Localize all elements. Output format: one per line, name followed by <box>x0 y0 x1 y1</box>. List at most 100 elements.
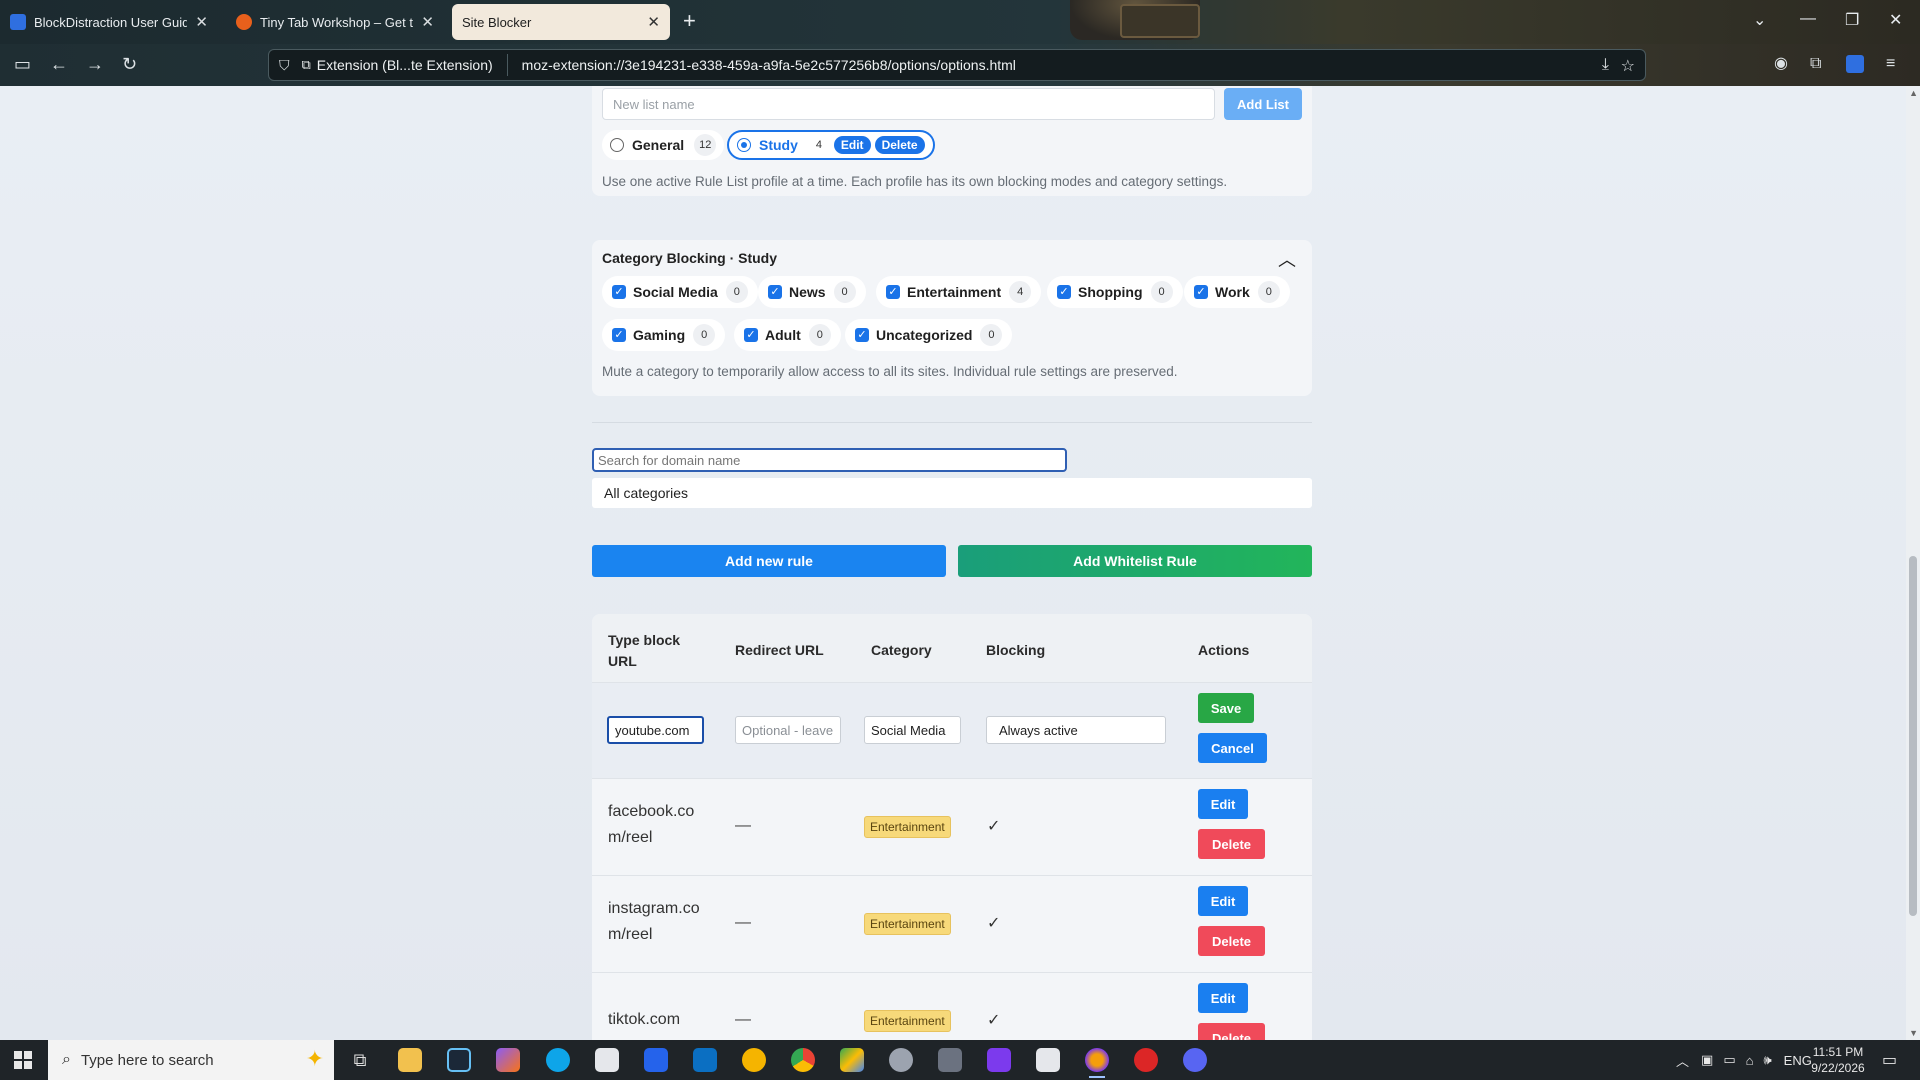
edit-rule-button[interactable]: Edit <box>1198 886 1248 916</box>
add-whitelist-rule-button[interactable]: Add Whitelist Rule <box>958 545 1312 577</box>
copilot-icon[interactable] <box>496 1048 520 1072</box>
edge-icon[interactable] <box>546 1048 570 1072</box>
redirect-url-input[interactable]: Optional - leave <box>735 716 841 744</box>
battery-icon[interactable]: ▭ <box>1723 1052 1735 1068</box>
tab-tiny-tab-workshop[interactable]: Tiny Tab Workshop – Get this Th ✕ <box>226 4 444 40</box>
volume-icon[interactable]: 🕪 <box>1763 1052 1771 1068</box>
profile-radio[interactable] <box>737 138 751 152</box>
checkbox-checked-icon[interactable]: ✓ <box>886 285 900 299</box>
delete-rule-button[interactable]: Delete <box>1198 829 1265 859</box>
scroll-down-arrow-icon[interactable]: ▼ <box>1909 1028 1918 1038</box>
calculator-icon[interactable] <box>938 1048 962 1072</box>
scrollbar-thumb[interactable] <box>1909 556 1917 916</box>
delete-profile-button[interactable]: Delete <box>874 136 925 154</box>
account-icon[interactable]: ◉ <box>1774 54 1788 74</box>
add-list-button[interactable]: Add List <box>1224 88 1302 120</box>
new-list-name-input[interactable]: New list name <box>602 88 1215 120</box>
add-new-rule-button[interactable]: Add new rule <box>592 545 946 577</box>
teams-icon[interactable] <box>987 1048 1011 1072</box>
reload-icon[interactable]: ↻ <box>122 54 137 74</box>
forward-icon[interactable]: → <box>86 54 104 74</box>
steam-icon[interactable] <box>447 1048 471 1072</box>
list-all-tabs-icon[interactable]: ⌄ <box>1753 10 1766 30</box>
category-chip-gaming[interactable]: ✓ Gaming 0 <box>602 319 726 351</box>
checkbox-checked-icon[interactable]: ✓ <box>744 328 758 342</box>
delete-rule-button[interactable]: Delete <box>1198 926 1265 956</box>
notifications-icon[interactable]: ▭ <box>1882 1040 1897 1080</box>
category-chip-social-media[interactable]: ✓ Social Media 0 <box>602 276 758 308</box>
save-button[interactable]: Save <box>1198 693 1254 723</box>
close-tab-icon[interactable]: ✕ <box>421 13 434 31</box>
minimize-icon[interactable]: — <box>1800 10 1816 28</box>
vscode-icon[interactable] <box>693 1048 717 1072</box>
collapse-chevron-icon[interactable]: ︿ <box>1278 246 1296 272</box>
domain-search-input[interactable]: Search for domain name <box>592 448 1067 472</box>
category-chip-adult[interactable]: ✓ Adult 0 <box>734 319 841 351</box>
cancel-button[interactable]: Cancel <box>1198 733 1267 763</box>
profile-radio[interactable] <box>610 138 624 152</box>
restore-icon[interactable]: ❐ <box>1845 10 1859 30</box>
extension-identity-chip[interactable]: ⧉ Extension (Bl...te Extension) <box>302 54 508 76</box>
bookmark-star-icon[interactable]: ☆ <box>1621 56 1635 76</box>
app-gear-icon[interactable] <box>889 1048 913 1072</box>
file-explorer-icon[interactable] <box>398 1048 422 1072</box>
category-filter-select[interactable]: All categories <box>592 478 1312 508</box>
shield-icon[interactable]: ⛉ <box>279 57 290 74</box>
chrome-icon[interactable] <box>791 1048 815 1072</box>
opera-icon[interactable] <box>1134 1048 1158 1072</box>
close-window-icon[interactable]: ✕ <box>1889 10 1902 30</box>
checkbox-checked-icon[interactable]: ✓ <box>612 328 626 342</box>
address-bar[interactable]: ⛉ ⧉ Extension (Bl...te Extension) moz-ex… <box>268 49 1646 81</box>
checkbox-checked-icon[interactable]: ✓ <box>768 285 782 299</box>
delete-rule-button[interactable]: Delete <box>1198 1023 1265 1040</box>
profile-general[interactable]: General 12 <box>602 130 725 160</box>
notepad-icon[interactable] <box>1036 1048 1060 1072</box>
edit-rule-button[interactable]: Edit <box>1198 983 1248 1013</box>
back-icon[interactable]: ← <box>50 54 68 74</box>
show-hidden-icons-icon[interactable]: ︿ <box>1676 1051 1689 1070</box>
page-scrollbar[interactable]: ▲ ▼ <box>1906 86 1920 1040</box>
category-chip-news[interactable]: ✓ News 0 <box>758 276 866 308</box>
url-text[interactable]: moz-extension://3e194231-e338-459a-a9fa-… <box>522 57 1016 73</box>
checkbox-checked-icon[interactable]: ✓ <box>855 328 869 342</box>
checkbox-checked-icon[interactable]: ✓ <box>612 285 626 299</box>
category-select[interactable]: Social Media <box>864 716 961 744</box>
category-chip-work[interactable]: ✓ Work 0 <box>1184 276 1290 308</box>
network-icon[interactable]: ⌂ <box>1746 1053 1754 1068</box>
store-icon[interactable] <box>595 1048 619 1072</box>
download-page-icon[interactable]: ⤓ <box>1602 56 1609 74</box>
close-tab-icon[interactable]: ✕ <box>195 13 208 31</box>
discord-icon[interactable] <box>1183 1048 1207 1072</box>
tab-blockdistraction-guide[interactable]: BlockDistraction User Guide: Ru ✕ <box>0 4 218 40</box>
taskbar-search-box[interactable]: ⌕ Type here to search ✦ <box>48 1040 334 1080</box>
puzzle-icon: ⧉ <box>301 57 311 72</box>
edit-profile-button[interactable]: Edit <box>833 136 871 154</box>
category-chip-shopping[interactable]: ✓ Shopping 0 <box>1047 276 1183 308</box>
edit-rule-button[interactable]: Edit <box>1198 789 1248 819</box>
google-drive-icon[interactable] <box>840 1048 864 1072</box>
profile-study[interactable]: Study 4 Edit Delete <box>727 130 935 160</box>
new-tab-button[interactable]: + <box>683 10 696 32</box>
extensions-icon[interactable]: ⧉ <box>1810 54 1821 74</box>
blockdistraction-favicon-icon <box>10 14 26 30</box>
checkbox-checked-icon[interactable]: ✓ <box>1057 285 1071 299</box>
firefox-icon[interactable] <box>1085 1048 1109 1078</box>
category-chip-entertainment[interactable]: ✓ Entertainment 4 <box>876 276 1042 308</box>
blocking-mode-select[interactable]: Always active <box>986 716 1166 744</box>
sidebar-toggle-icon[interactable]: ▭ <box>14 54 31 74</box>
task-view-icon[interactable]: ⧉ <box>348 1048 372 1072</box>
outlook-icon[interactable] <box>644 1048 668 1072</box>
tab-site-blocker[interactable]: Site Blocker ✕ <box>452 4 670 40</box>
windows-start-icon[interactable] <box>14 1051 32 1069</box>
close-tab-icon[interactable]: ✕ <box>647 13 660 31</box>
blockdistraction-extension-icon[interactable] <box>1846 55 1864 73</box>
taskbar-clock[interactable]: 11:51 PM 9/22/2026 <box>1798 1044 1878 1076</box>
meet-now-icon[interactable]: ▣ <box>1701 1052 1713 1068</box>
menu-icon[interactable]: ≡ <box>1886 54 1895 74</box>
checkbox-checked-icon[interactable]: ✓ <box>1194 285 1208 299</box>
scroll-up-arrow-icon[interactable]: ▲ <box>1909 88 1918 98</box>
sparkle-icon: ✦ <box>305 1046 324 1071</box>
category-chip-uncategorized[interactable]: ✓ Uncategorized 0 <box>845 319 1013 351</box>
app-circle-icon[interactable] <box>742 1048 766 1072</box>
block-url-input[interactable]: youtube.com <box>607 716 704 744</box>
